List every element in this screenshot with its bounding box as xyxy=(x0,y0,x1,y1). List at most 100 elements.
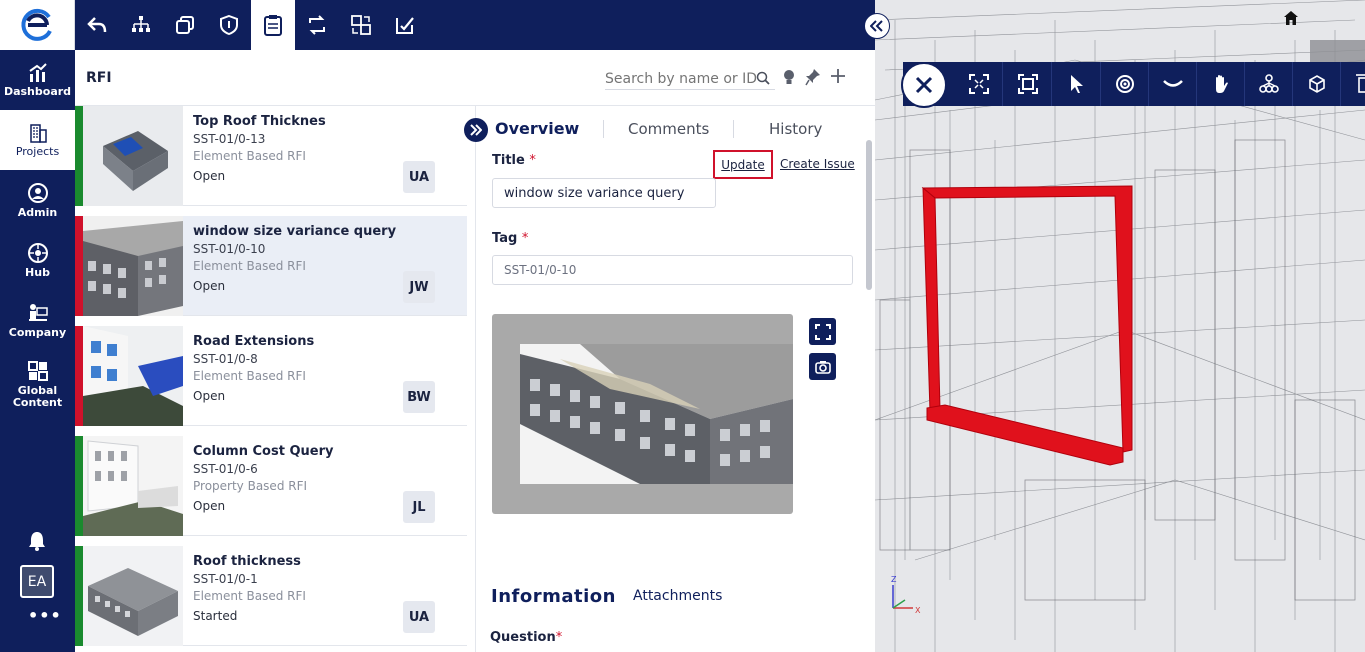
copy-button[interactable] xyxy=(163,0,207,50)
rfi-card[interactable]: Road Extensions SST-01/0-8 Element Based… xyxy=(75,326,467,426)
shield-button[interactable] xyxy=(207,0,251,50)
camera-button[interactable] xyxy=(809,353,836,380)
fit-view-button[interactable] xyxy=(955,62,1003,106)
rfi-card[interactable]: Top Roof Thicknes SST-01/0-13 Element Ba… xyxy=(75,106,467,206)
rfi-title: Top Roof Thicknes xyxy=(193,114,326,129)
assignee-avatar: UA xyxy=(403,161,435,193)
focus-icon xyxy=(1017,74,1038,94)
rfi-type: Element Based RFI xyxy=(193,149,306,163)
orbit-tool-button[interactable] xyxy=(1101,62,1149,106)
double-chevron-left-icon xyxy=(870,20,883,32)
tab-history[interactable]: History xyxy=(769,120,822,138)
nav-global-content[interactable]: Global Content xyxy=(0,352,75,416)
look-icon xyxy=(1162,80,1183,87)
collapse-panel-button[interactable] xyxy=(864,13,890,39)
search-button[interactable] xyxy=(756,70,770,89)
assignee-avatar: JL xyxy=(403,491,435,523)
nav-projects[interactable]: Projects xyxy=(0,110,75,170)
rfi-preview-image xyxy=(492,314,793,514)
nav-hub[interactable]: Hub xyxy=(0,230,75,290)
checklist-icon xyxy=(396,17,414,34)
title-field[interactable]: window size variance query xyxy=(492,178,716,208)
rfi-thumbnail xyxy=(83,436,183,536)
rfi-thumbnail xyxy=(83,216,183,316)
hierarchy-button[interactable] xyxy=(119,0,163,50)
pin-button[interactable] xyxy=(805,68,821,90)
required-mark: * xyxy=(529,153,536,168)
shield-icon xyxy=(220,15,238,35)
status-bar xyxy=(75,436,83,536)
sync-icon xyxy=(309,15,325,35)
app-logo[interactable] xyxy=(0,0,75,50)
compare-button[interactable] xyxy=(339,0,383,50)
assignee-avatar: JW xyxy=(403,271,435,303)
look-tool-button[interactable] xyxy=(1149,62,1197,106)
close-icon xyxy=(915,76,933,94)
cube-view-button[interactable] xyxy=(1293,62,1341,106)
rfi-list: Top Roof Thicknes SST-01/0-13 Element Ba… xyxy=(75,106,467,652)
company-icon xyxy=(28,303,48,321)
nav-global-label-2: Content xyxy=(12,395,63,409)
idea-button[interactable] xyxy=(782,68,796,90)
tab-comments[interactable]: Comments xyxy=(628,120,709,138)
nav-company-label: Company xyxy=(8,325,67,339)
rfi-code: SST-01/0-1 xyxy=(193,572,258,586)
home-view-button[interactable] xyxy=(1283,10,1299,30)
tab-divider xyxy=(603,120,604,138)
building-icon xyxy=(29,123,47,143)
tab-overview[interactable]: Overview xyxy=(495,119,579,138)
preview-render xyxy=(520,344,793,484)
notifications-button[interactable] xyxy=(26,530,48,556)
section-tab-information[interactable]: Information xyxy=(491,586,616,607)
rfi-card[interactable]: Roof thickness SST-01/0-1 Element Based … xyxy=(75,546,467,646)
more-menu-icon[interactable]: ••• xyxy=(28,606,62,625)
create-issue-link[interactable]: Create Issue xyxy=(780,157,855,171)
top-toolbar xyxy=(75,0,875,50)
rfi-status: Open xyxy=(193,169,226,183)
rfi-header: RFI xyxy=(75,50,875,106)
model-tree-button[interactable] xyxy=(1245,62,1293,106)
rfi-thumbnail xyxy=(83,106,183,206)
app-root: Dashboard Projects Admin Hub Company Glo… xyxy=(0,0,1365,652)
model-viewer[interactable]: Z X xyxy=(875,0,1365,652)
back-button[interactable] xyxy=(75,0,119,50)
required-mark: * xyxy=(521,231,529,246)
checklist-button[interactable] xyxy=(383,0,427,50)
rfi-status: Started xyxy=(193,609,238,623)
rfi-card-selected[interactable]: window size variance query SST-01/0-10 E… xyxy=(75,216,467,316)
select-tool-button[interactable] xyxy=(1053,62,1101,106)
cube-icon xyxy=(1308,75,1325,93)
add-rfi-button[interactable] xyxy=(830,68,846,88)
close-viewer-button[interactable] xyxy=(901,62,947,108)
nav-dashboard-label: Dashboard xyxy=(3,84,72,98)
expand-icon xyxy=(814,323,831,340)
nav-hub-label: Hub xyxy=(25,265,50,279)
rfi-type: Property Based RFI xyxy=(193,479,308,493)
pan-tool-button[interactable] xyxy=(1197,62,1245,106)
section-tab-attachments[interactable]: Attachments xyxy=(633,588,722,604)
left-nav: Dashboard Projects Admin Hub Company Glo… xyxy=(0,0,75,652)
status-bar xyxy=(75,106,83,206)
rfi-card[interactable]: Column Cost Query SST-01/0-6 Property Ba… xyxy=(75,436,467,536)
detail-scrollbar[interactable] xyxy=(866,140,872,290)
update-link[interactable]: Update xyxy=(713,150,773,179)
fullscreen-preview-button[interactable] xyxy=(809,318,836,345)
expand-detail-button[interactable] xyxy=(464,118,488,142)
rfi-code: SST-01/0-10 xyxy=(193,242,266,256)
nav-dashboard[interactable]: Dashboard xyxy=(0,50,75,110)
more-tools-button[interactable] xyxy=(1341,62,1365,106)
axis-x-label: X xyxy=(915,606,921,615)
user-avatar[interactable]: EA xyxy=(20,565,54,598)
rfi-button[interactable] xyxy=(251,0,295,50)
rfi-status: Open xyxy=(193,389,226,403)
question-label-text: Question xyxy=(490,630,556,645)
nav-admin[interactable]: Admin xyxy=(0,170,75,230)
sync-button[interactable] xyxy=(295,0,339,50)
plus-icon xyxy=(831,69,845,83)
nav-company[interactable]: Company xyxy=(0,290,75,350)
focus-button[interactable] xyxy=(1004,62,1052,106)
orbit-icon xyxy=(1115,75,1134,93)
tag-field[interactable]: SST-01/0-10 xyxy=(492,255,853,285)
search-icon xyxy=(756,71,770,85)
search-input[interactable] xyxy=(605,68,775,90)
